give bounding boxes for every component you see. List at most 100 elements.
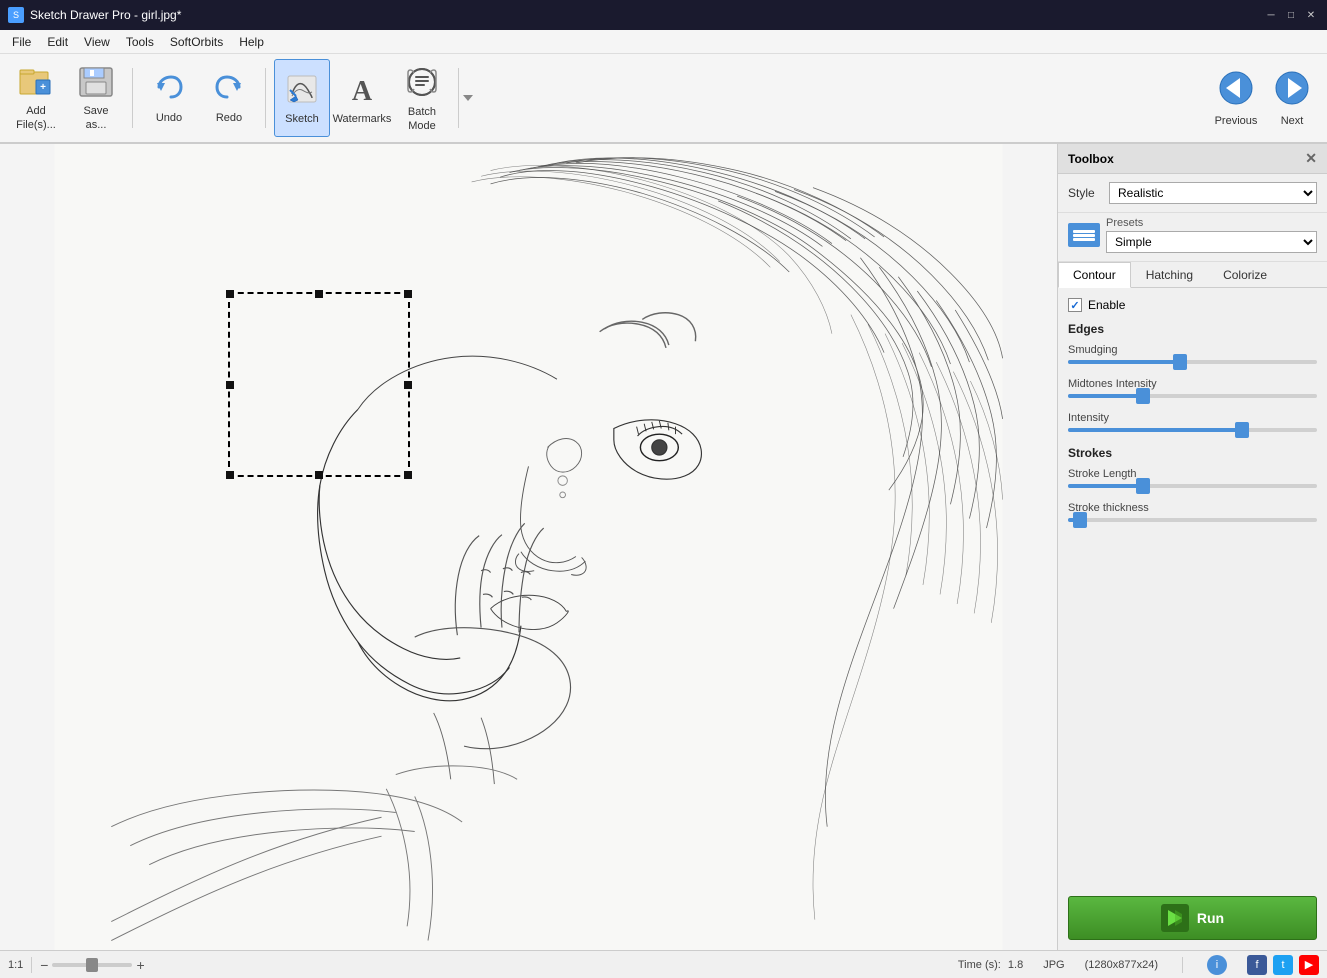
intensity-fill (1068, 428, 1242, 432)
titlebar-left: S Sketch Drawer Pro - girl.jpg* (8, 7, 181, 23)
add-files-button[interactable]: + Add File(s)... (8, 59, 64, 137)
stroke-length-thumb[interactable] (1136, 478, 1150, 494)
tabs-row: Contour Hatching Colorize (1058, 262, 1327, 288)
previous-label: Previous (1215, 115, 1258, 127)
titlebar-controls[interactable]: ─ □ ✕ (1263, 7, 1319, 23)
presets-select-container: Presets Simple Standard Detailed (1106, 217, 1317, 253)
batch-mode-label2: Mode (408, 120, 436, 132)
preset-line-3 (1073, 238, 1095, 241)
toolbar-sep1 (132, 68, 133, 128)
time-value: 1.8 (1008, 959, 1023, 971)
strokes-label: Strokes (1068, 446, 1317, 460)
watermarks-icon: A (344, 72, 380, 111)
zoom-track[interactable] (52, 963, 132, 967)
previous-button[interactable]: Previous (1209, 59, 1263, 137)
add-files-icon: + (18, 66, 54, 103)
sketch-icon (284, 72, 320, 111)
twitter-icon[interactable]: t (1273, 955, 1293, 975)
midtones-track[interactable] (1068, 394, 1317, 398)
stroke-thickness-label: Stroke thickness (1068, 502, 1317, 514)
edges-label: Edges (1068, 322, 1317, 336)
smudging-track[interactable] (1068, 360, 1317, 364)
stroke-length-track[interactable] (1068, 484, 1317, 488)
presets-icon (1068, 223, 1100, 247)
app-icon: S (8, 7, 24, 23)
preset-line-1 (1073, 230, 1095, 233)
next-button[interactable]: Next (1265, 59, 1319, 137)
style-select[interactable]: Realistic Simple Detailed Cartoon (1109, 182, 1317, 204)
svg-text:+: + (40, 82, 46, 93)
zoom-thumb[interactable] (86, 958, 98, 972)
toolbox-title: Toolbox (1068, 152, 1114, 166)
statusbar-left: 1:1 − + (8, 957, 145, 973)
dimensions-display: (1280x877x24) (1085, 959, 1158, 971)
midtones-thumb[interactable] (1136, 388, 1150, 404)
redo-button[interactable]: Redo (201, 59, 257, 137)
sketch-label: Sketch (285, 113, 319, 125)
facebook-icon[interactable]: f (1247, 955, 1267, 975)
titlebar: S Sketch Drawer Pro - girl.jpg* ─ □ ✕ (0, 0, 1327, 30)
info-icon[interactable]: i (1207, 955, 1227, 975)
undo-icon (151, 73, 187, 110)
undo-button[interactable]: Undo (141, 59, 197, 137)
menu-view[interactable]: View (76, 30, 118, 53)
next-label: Next (1281, 115, 1304, 127)
stroke-thickness-thumb[interactable] (1073, 512, 1087, 528)
presets-select[interactable]: Simple Standard Detailed (1106, 231, 1317, 253)
toolbox-close-button[interactable]: ✕ (1305, 150, 1317, 167)
intensity-thumb[interactable] (1235, 422, 1249, 438)
menu-file[interactable]: File (4, 30, 39, 53)
style-row: Style Realistic Simple Detailed Cartoon (1058, 174, 1327, 213)
menu-softorbits[interactable]: SoftOrbits (162, 30, 231, 53)
presets-label: Presets (1106, 217, 1317, 229)
social-icons: f t ▶ (1247, 955, 1319, 975)
tab-contour[interactable]: Contour (1058, 262, 1131, 288)
intensity-label: Intensity (1068, 412, 1317, 424)
tab-content-area: Enable Edges Smudging Midtones Intensity (1058, 288, 1327, 886)
tab-hatching[interactable]: Hatching (1131, 262, 1208, 287)
previous-arrow-icon (1218, 70, 1254, 113)
menu-edit[interactable]: Edit (39, 30, 76, 53)
sketch-image (0, 144, 1057, 950)
redo-label: Redo (216, 112, 242, 124)
stroke-thickness-track[interactable] (1068, 518, 1317, 522)
minimize-button[interactable]: ─ (1263, 7, 1279, 23)
redo-icon (211, 73, 247, 110)
watermarks-label: Watermarks (333, 113, 392, 125)
statusbar-right: Time (s): 1.8 JPG (1280x877x24) i f t ▶ (958, 955, 1319, 975)
zoom-in-button[interactable]: + (136, 957, 144, 973)
dropdown-arrow-icon (461, 91, 475, 105)
time-label: Time (s): (958, 959, 1001, 971)
batch-mode-label: Batch (408, 106, 436, 118)
run-button[interactable]: Run (1068, 896, 1317, 940)
presets-icon-inner (1073, 230, 1095, 241)
zoom-out-button[interactable]: − (40, 957, 48, 973)
next-arrow-icon (1274, 70, 1310, 113)
time-display: Time (s): 1.8 (958, 959, 1023, 971)
sketch-button[interactable]: Sketch (274, 59, 330, 137)
enable-checkbox[interactable] (1068, 298, 1082, 312)
style-label: Style (1068, 186, 1103, 200)
maximize-button[interactable]: □ (1283, 7, 1299, 23)
smudging-thumb[interactable] (1173, 354, 1187, 370)
save-as-label: Save (83, 105, 108, 117)
close-button[interactable]: ✕ (1303, 7, 1319, 23)
tab-colorize[interactable]: Colorize (1208, 262, 1282, 287)
save-as-label2: as... (86, 119, 107, 131)
preset-line-2 (1073, 234, 1095, 237)
batch-mode-button[interactable]: Batch Mode (394, 59, 450, 137)
nav-buttons: Previous Next (1209, 59, 1319, 137)
menu-help[interactable]: Help (231, 30, 272, 53)
midtones-label: Midtones Intensity (1068, 378, 1317, 390)
youtube-icon[interactable]: ▶ (1299, 955, 1319, 975)
run-icon (1161, 904, 1189, 932)
intensity-track[interactable] (1068, 428, 1317, 432)
menu-tools[interactable]: Tools (118, 30, 162, 53)
canvas-area[interactable] (0, 144, 1057, 950)
main-content: Toolbox ✕ Style Realistic Simple Detaile… (0, 144, 1327, 950)
save-as-icon (78, 66, 114, 103)
save-as-button[interactable]: Save as... (68, 59, 124, 137)
batch-mode-icon (404, 65, 440, 104)
watermarks-button[interactable]: A Watermarks (334, 59, 390, 137)
toolbox-panel: Toolbox ✕ Style Realistic Simple Detaile… (1057, 144, 1327, 950)
